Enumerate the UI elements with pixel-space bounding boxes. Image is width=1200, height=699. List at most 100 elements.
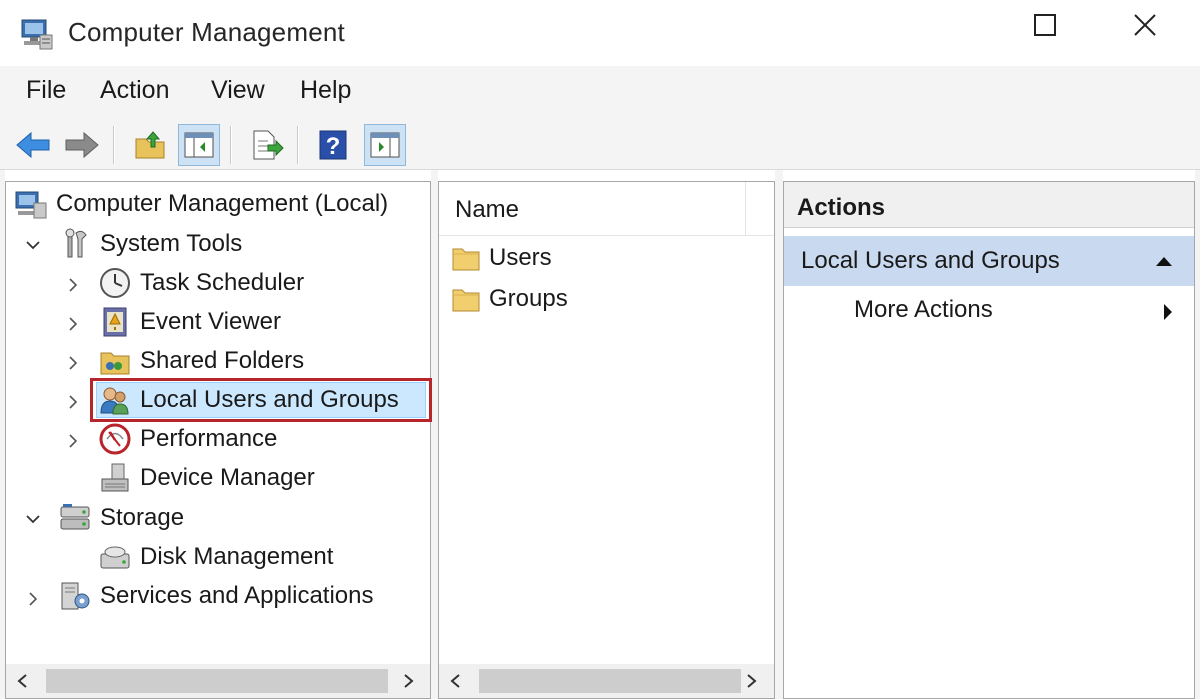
actions-pane: Actions Local Users and Groups More Acti… [783,181,1195,699]
pane-gutter [1195,170,1200,699]
tree-item-local-users-and-groups[interactable]: Local Users and Groups [98,382,399,418]
device-manager-icon [101,463,129,492]
minimize-icon [941,13,965,37]
forward-button[interactable] [61,124,103,166]
folder-icon [452,289,480,312]
toolbar-separator [230,126,232,164]
toolbar-separator [297,126,299,164]
chevron-right-icon[interactable] [66,395,80,409]
column-divider[interactable] [745,182,746,236]
tree-item-label: Shared Folders [140,347,305,374]
title-bar[interactable]: Computer Management [0,0,1200,66]
back-arrow-icon [16,131,50,159]
forward-arrow-icon [65,131,99,159]
menu-view[interactable]: View [211,76,265,105]
tree-item-label: Task Scheduler [140,269,305,296]
scrollbar-thumb[interactable] [479,669,741,693]
scroll-right-arrow-icon[interactable] [742,671,762,691]
window-title: Computer Management [68,17,345,47]
chevron-right-icon[interactable] [66,356,80,370]
chevron-right-icon[interactable] [26,592,40,606]
chevron-right-icon[interactable] [66,278,80,292]
maximize-icon [1034,14,1056,36]
chevron-down-icon[interactable] [26,238,40,252]
toolbar: ? [0,118,1200,170]
tree-item-storage[interactable]: Storage [58,500,184,536]
list-item-groups[interactable]: Groups [451,281,568,317]
submenu-arrow-icon[interactable] [1162,302,1174,322]
tree-item-performance[interactable]: Performance [98,421,277,457]
folder-icon [452,248,480,271]
menu-help[interactable]: Help [300,76,351,105]
chevron-right-icon[interactable] [66,434,80,448]
event-viewer-icon [103,307,127,337]
tree-item-device-manager[interactable]: Device Manager [98,460,315,496]
disk-icon [100,546,130,569]
shared-folder-icon [100,352,130,375]
computer-management-icon [15,191,47,219]
tree-item-label: Storage [100,504,185,531]
tree-item-computer-management-local[interactable]: Computer Management (Local) [14,186,388,222]
tools-icon [65,228,87,258]
scroll-left-arrow-icon[interactable] [445,671,465,691]
export-list-button[interactable] [246,124,288,166]
scroll-left-arrow-icon[interactable] [12,671,32,691]
users-groups-icon [100,387,129,415]
tree-item-task-scheduler[interactable]: Task Scheduler [98,265,304,301]
collapse-triangle-icon[interactable] [1154,254,1174,268]
scrollbar-thumb[interactable] [46,669,388,693]
up-folder-icon [135,131,165,159]
tree-item-label: Computer Management (Local) [56,190,389,217]
tree-item-services-and-applications[interactable]: Services and Applications [58,578,374,614]
back-button[interactable] [12,124,54,166]
help-button[interactable]: ? [312,124,354,166]
actions-header-label: Actions [797,194,886,221]
close-button[interactable] [1110,0,1180,50]
menu-bar: File Action View Help [0,66,1200,118]
tree-item-label: Disk Management [140,543,334,570]
console-tree-pane: Computer Management (Local) System Tools… [5,181,432,699]
tree-item-label: Event Viewer [140,308,281,335]
list-item-users[interactable]: Users [451,240,552,276]
tree-item-label: Local Users and Groups [140,386,399,413]
results-pane: Name Users Groups [438,181,775,699]
chevron-down-icon[interactable] [26,512,40,526]
tree-item-system-tools[interactable]: System Tools [58,226,242,262]
up-one-level-button[interactable] [129,124,171,166]
tree-item-disk-management[interactable]: Disk Management [98,539,333,575]
show-hide-action-pane-icon [370,132,400,158]
more-actions-item[interactable]: More Actions [854,296,993,324]
tree-item-label: System Tools [100,230,243,257]
list-item-label: Users [489,244,552,271]
toolbar-separator [113,126,115,164]
minimize-button[interactable] [918,0,988,50]
close-icon [1134,14,1156,36]
computer-management-icon [21,19,53,50]
svg-text:?: ? [326,133,341,160]
tree-item-label: Performance [140,425,278,452]
tree-item-event-viewer[interactable]: Event Viewer [98,304,281,340]
tree-item-shared-folders[interactable]: Shared Folders [98,343,304,379]
actions-section-label: Local Users and Groups [801,247,1060,274]
menu-action[interactable]: Action [100,76,169,105]
pane-splitter[interactable] [431,170,438,699]
export-list-icon [253,130,284,160]
column-header-name[interactable]: Name [439,182,774,236]
list-item-label: Groups [489,285,568,312]
results-horizontal-scrollbar[interactable] [439,664,774,698]
actions-section-local-users-and-groups[interactable]: Local Users and Groups [784,236,1194,286]
clock-icon [100,268,130,298]
scroll-right-arrow-icon[interactable] [399,671,419,691]
show-hide-console-tree-icon [184,132,214,158]
tree-item-label: Device Manager [140,464,315,491]
pane-splitter[interactable] [775,170,783,699]
show-hide-console-tree-button[interactable] [178,124,220,166]
chevron-right-icon[interactable] [66,317,80,331]
maximize-button[interactable] [1010,0,1080,50]
tree-item-label: Services and Applications [100,582,374,609]
services-icon [61,582,90,610]
show-hide-action-pane-button[interactable] [364,124,406,166]
actions-header: Actions [784,182,1194,228]
tree-horizontal-scrollbar[interactable] [6,664,430,698]
menu-file[interactable]: File [26,76,66,105]
